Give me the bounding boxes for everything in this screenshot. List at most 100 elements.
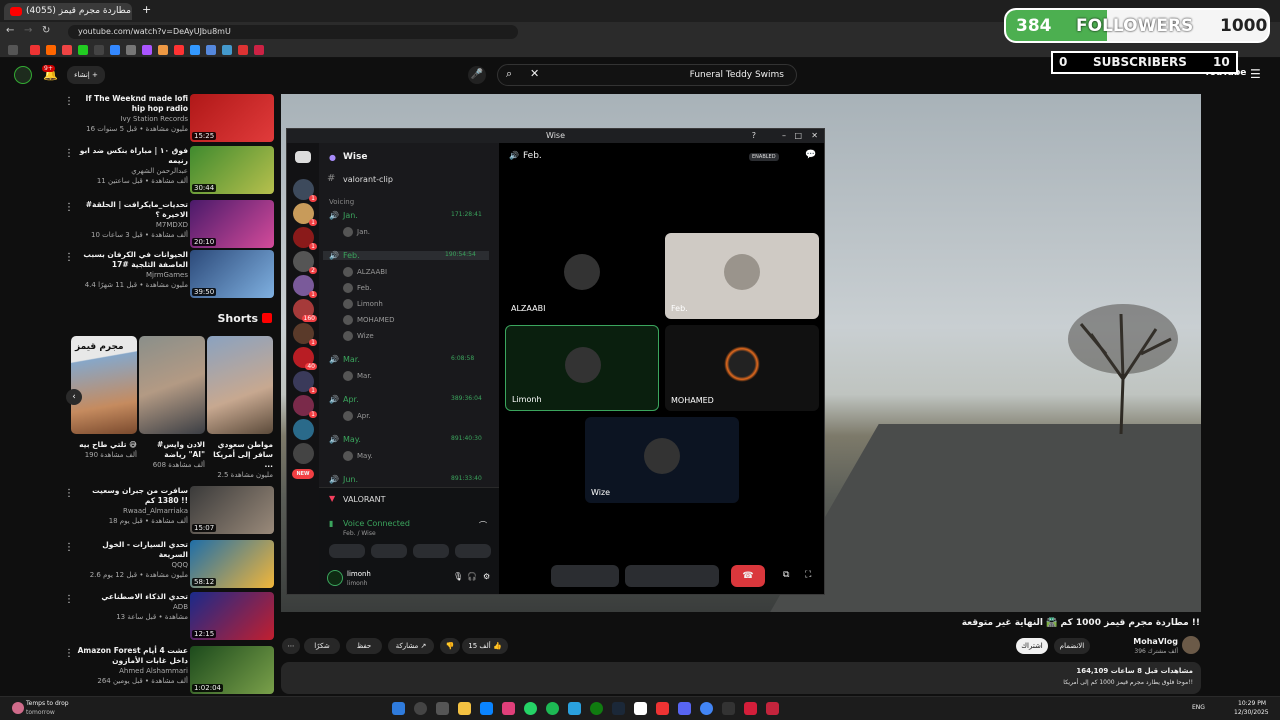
voice-channel[interactable]: 🔊 Jan. 171:28:41	[329, 211, 482, 220]
maximize-icon[interactable]: □	[794, 129, 802, 143]
voice-channel[interactable]: 🔊 Jun. 891:33:40	[329, 475, 482, 484]
clock-time[interactable]: 10:29 PM	[1238, 700, 1266, 707]
mic-icon[interactable]: 🎙	[453, 572, 463, 581]
close-icon[interactable]: ✕	[811, 129, 818, 143]
more-icon[interactable]: ⋮	[64, 96, 74, 107]
video-thumbnail[interactable]: 58:12	[190, 540, 274, 588]
server-icon[interactable]	[293, 443, 314, 464]
apps-icon[interactable]	[8, 45, 18, 55]
bookmark-icon[interactable]	[222, 45, 232, 55]
instagram-icon[interactable]	[502, 702, 515, 715]
bookmark-icon[interactable]	[238, 45, 248, 55]
minimize-icon[interactable]: –	[782, 129, 786, 143]
spotify-icon[interactable]	[546, 702, 559, 715]
start-icon[interactable]	[392, 702, 405, 715]
clear-search-icon[interactable]: ✕	[530, 67, 539, 80]
headphones-icon[interactable]: 🎧	[467, 572, 477, 581]
bookmark-icon[interactable]	[254, 45, 264, 55]
menu-icon[interactable]: ☰	[1250, 67, 1261, 81]
chat-icon[interactable]: 💬	[805, 150, 816, 160]
more-icon[interactable]: ⋮	[64, 594, 74, 605]
bookmark-icon[interactable]	[206, 45, 216, 55]
discord-taskbar-icon[interactable]	[678, 702, 691, 715]
app-icon[interactable]	[744, 702, 757, 715]
xbox-icon[interactable]	[590, 702, 603, 715]
hangup-button[interactable]: ☎	[731, 565, 765, 587]
bookmark-icon[interactable]	[94, 45, 104, 55]
voice-user[interactable]: MOHAMED	[343, 315, 394, 325]
browser-tab[interactable]: (4055) مطاردة مجرم قيمز	[4, 3, 132, 20]
bookmark-icon[interactable]	[190, 45, 200, 55]
telegram-icon[interactable]	[568, 702, 581, 715]
voice-category[interactable]: Voicing	[329, 198, 354, 206]
voice-user[interactable]: Apr.	[343, 411, 371, 421]
thanks-button[interactable]: شكرًا	[304, 638, 340, 654]
server-icon[interactable]: 2	[293, 251, 317, 274]
reload-icon[interactable]: ↻	[42, 25, 50, 36]
help-icon[interactable]: ?	[752, 129, 756, 143]
video-thumbnail[interactable]: 12:15	[190, 592, 274, 640]
list-item[interactable]: 20:10 #تحديات_مايكرافت | الحلقة الاخيرة ؟…	[64, 200, 274, 250]
search-taskbar-icon[interactable]	[414, 702, 427, 715]
video-thumbnail[interactable]: 1:02:04	[190, 646, 274, 694]
short-meta[interactable]: تلتي طاح بيه 😅 190 ألف مشاهدة	[71, 440, 137, 460]
save-button[interactable]: حفظ	[346, 638, 382, 654]
video-thumbnail[interactable]: 30:44	[190, 146, 274, 194]
bookmark-icon[interactable]	[142, 45, 152, 55]
url-field[interactable]: youtube.com/watch?v=DeAyUJbu8mU	[68, 25, 518, 39]
more-actions-button[interactable]: ⋯	[282, 638, 300, 654]
channel-name[interactable]: MohaVlog	[1100, 637, 1178, 646]
mic-icon[interactable]: 🎤	[468, 66, 486, 84]
search-icon[interactable]: ⌕	[506, 67, 512, 81]
list-item[interactable]: 58:12 تحدي السيارات - الخول السريعة QQQ 2.6…	[64, 540, 274, 590]
list-item[interactable]: 1:02:04 Amazon Forest عشت 4 أيام داخل غاب…	[64, 646, 274, 696]
valorant-taskbar-icon[interactable]	[766, 702, 779, 715]
list-item[interactable]: 12:15 تحدي الذكاء الاصطناعي ADB 13 مشاهدة •…	[64, 592, 274, 642]
short-thumbnail[interactable]: مجرم قيمز	[71, 336, 137, 434]
forward-icon[interactable]: →	[24, 25, 32, 36]
voice-user[interactable]: Mar.	[343, 371, 372, 381]
soundboard-button[interactable]	[455, 544, 491, 558]
whatsapp-icon[interactable]	[524, 702, 537, 715]
bookmark-icon[interactable]	[30, 45, 40, 55]
more-icon[interactable]: ⋮	[64, 648, 74, 659]
list-item[interactable]: 15:07 سافرت من جبران وسعيت 1380 كم !! Rwaa…	[64, 486, 274, 536]
more-icon[interactable]: ⋮	[64, 148, 74, 159]
share-controls[interactable]	[625, 565, 719, 587]
server-name[interactable]: Wise	[343, 152, 367, 162]
video-thumbnail[interactable]: 39:50	[190, 250, 274, 298]
video-tile[interactable]: ALZAABI	[505, 233, 659, 319]
bookmark-icon[interactable]	[126, 45, 136, 55]
server-icon[interactable]: 1	[293, 179, 317, 202]
voice-user[interactable]: Wize	[343, 331, 374, 341]
join-button[interactable]: الانضمام	[1054, 638, 1090, 654]
mic-controls[interactable]	[551, 565, 619, 587]
settings-gear-icon[interactable]: ⚙	[483, 572, 490, 581]
create-button[interactable]: إنشاء +	[67, 66, 105, 84]
voice-user[interactable]: Jan.	[343, 227, 370, 237]
clock-date[interactable]: 12/30/2025	[1234, 709, 1269, 716]
disconnect-icon[interactable]: ⌒	[479, 520, 487, 531]
discord-window[interactable]: Wise ✕ □ – ? 1 1 1 2 1 160 1 40 1 1 NEW ● Wise # …	[286, 128, 825, 595]
file-explorer-icon[interactable]	[458, 702, 471, 715]
shorts-prev-button[interactable]: ‹	[66, 389, 82, 405]
fullscreen-icon[interactable]: ⛶	[805, 570, 811, 580]
dislike-button[interactable]: 👎	[440, 638, 460, 654]
bookmark-icon[interactable]	[110, 45, 120, 55]
video-tile[interactable]: Feb.	[665, 233, 819, 319]
chrome-icon[interactable]	[700, 702, 713, 715]
voice-user[interactable]: Limonh	[343, 299, 383, 309]
steam-icon[interactable]	[612, 702, 625, 715]
activities-button[interactable]	[413, 544, 449, 558]
voice-channel[interactable]: 🔊 May. 891:40:30	[329, 435, 482, 444]
like-button[interactable]: 15 ألف 👍	[462, 638, 508, 654]
voice-user[interactable]: Feb.	[343, 283, 372, 293]
text-channel[interactable]: valorant-clip	[343, 175, 393, 184]
more-icon[interactable]: ⋮	[64, 252, 74, 263]
video-thumbnail[interactable]: 15:07	[190, 486, 274, 534]
bookmark-icon[interactable]	[174, 45, 184, 55]
new-tab-button[interactable]: +	[142, 3, 151, 16]
bookmark-icon[interactable]	[62, 45, 72, 55]
back-icon[interactable]: ←	[6, 25, 14, 36]
search-input[interactable]: Funeral Teddy Swims	[497, 64, 797, 86]
